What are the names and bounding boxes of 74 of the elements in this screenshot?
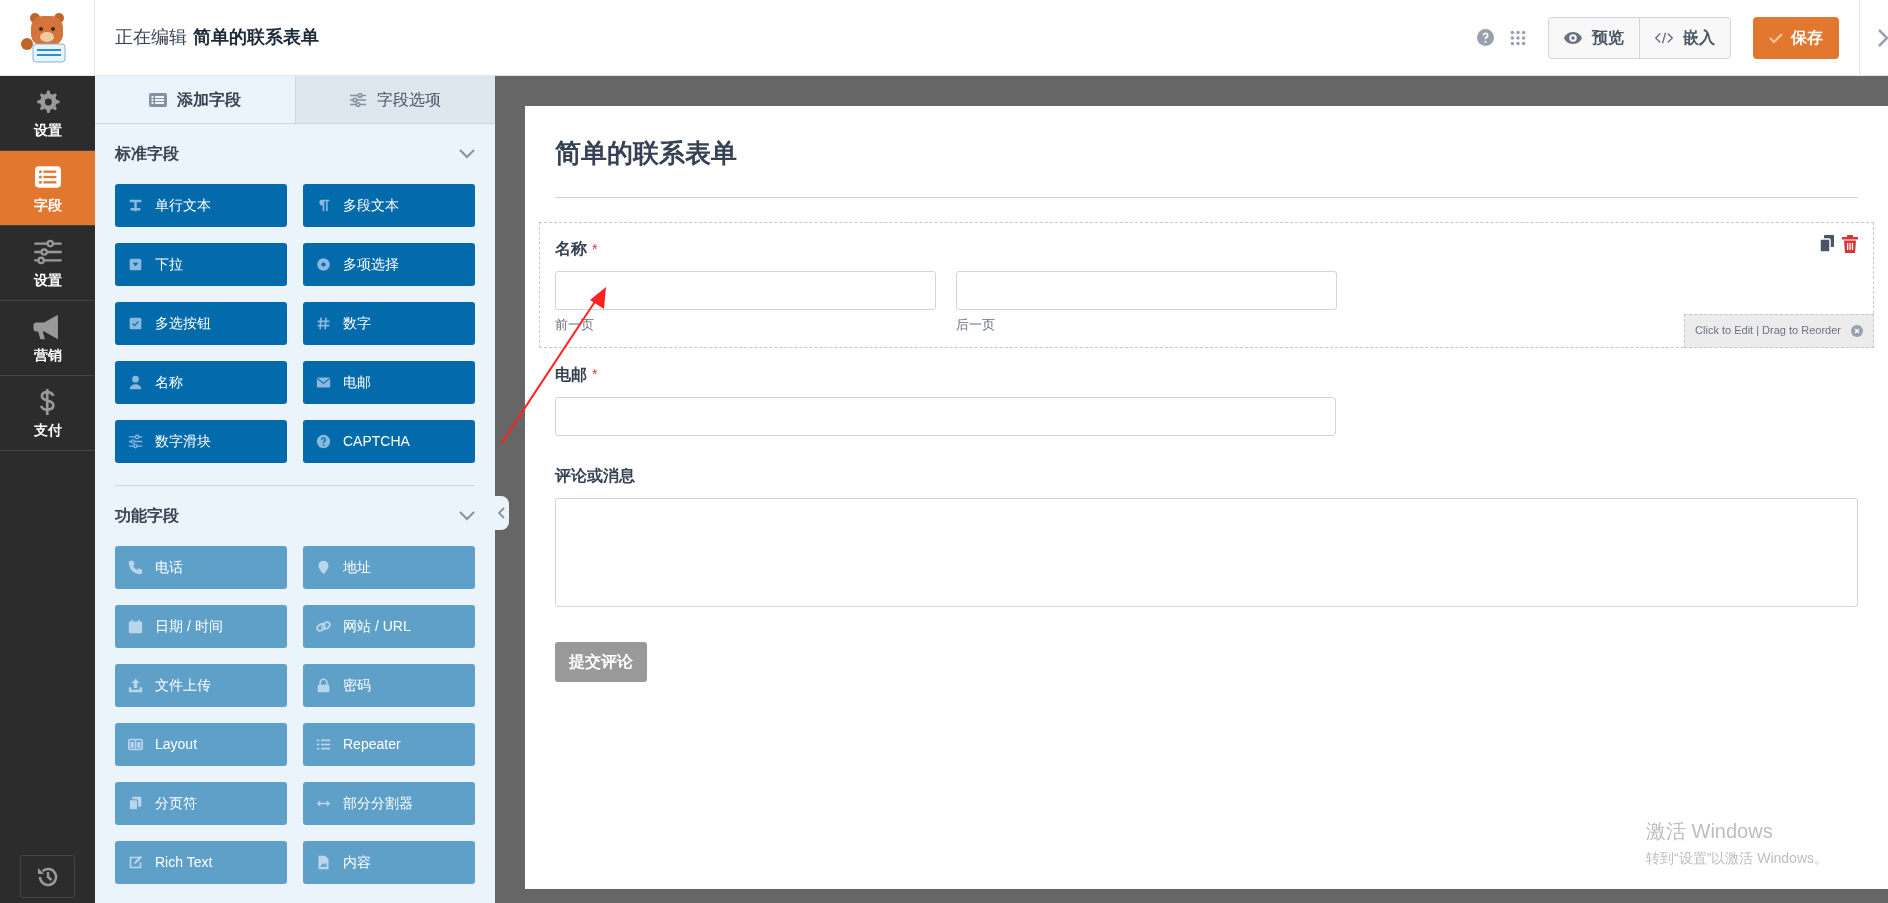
field-button[interactable]: 多项选择 [303, 243, 475, 286]
link-icon [316, 619, 331, 634]
form-name: 简单的联系表单 [193, 26, 319, 49]
nav-item[interactable]: 字段 [0, 151, 95, 226]
required-mark: * [592, 239, 598, 259]
textarea-field[interactable] [555, 497, 1858, 607]
copy-icon [128, 796, 143, 811]
map-pin-icon [316, 560, 331, 575]
form-field[interactable]: 评论或消息 [539, 448, 1874, 620]
envelope-icon [316, 375, 331, 390]
activation-title: 激活 Windows [1646, 819, 1774, 844]
list-icon [316, 737, 331, 752]
field-label: 评论或消息 [555, 465, 635, 486]
file-icon [316, 855, 331, 870]
sublabel: 后一页 [956, 316, 996, 334]
field-label: 名称 [555, 239, 587, 259]
field-button[interactable]: 名称 [115, 361, 287, 404]
section-title: 功能字段 [115, 506, 179, 526]
list-icon [148, 92, 167, 107]
paragraph-icon [316, 198, 331, 213]
sliders-icon [349, 92, 368, 107]
text-cursor-icon [128, 198, 143, 213]
form-field[interactable]: 名称 * 前一页 后一页 Click to Edit | Drag to Reorder [539, 222, 1874, 348]
field-button[interactable]: CAPTCHA [303, 420, 475, 463]
help-icon [316, 434, 331, 449]
input-field[interactable] [555, 396, 1336, 436]
edit-icon [128, 855, 143, 870]
person-icon [128, 375, 143, 390]
chevron-left-icon [497, 507, 505, 519]
required-mark: * [592, 365, 598, 384]
sliders-icon [128, 434, 143, 449]
calendar-icon [128, 619, 143, 634]
field-label: 电邮 [555, 364, 587, 385]
input-field[interactable] [555, 271, 936, 310]
help-icon[interactable] [1477, 29, 1494, 46]
embed-button[interactable]: 嵌入 [1639, 17, 1730, 58]
input-field[interactable] [956, 271, 1337, 310]
field-button[interactable]: 电邮 [303, 361, 475, 404]
field-button[interactable]: 多段文本 [303, 184, 475, 227]
editing-label: 正在编辑 [115, 26, 187, 49]
revisions-button[interactable] [20, 855, 75, 898]
hover-hint: Click to Edit | Drag to Reorder [1695, 323, 1841, 339]
dropdown-icon [128, 257, 143, 272]
field-button[interactable]: 数字 [303, 302, 475, 345]
form-title: 简单的联系表单 [555, 134, 1858, 198]
checkbox-icon [128, 316, 143, 331]
copy-icon[interactable] [1820, 235, 1834, 252]
chevron-down-icon[interactable] [459, 149, 475, 159]
phone-icon [128, 560, 143, 575]
field-button[interactable]: 下拉 [115, 243, 287, 286]
sublabel: 前一页 [555, 316, 595, 334]
upload-icon [128, 678, 143, 693]
chevron-down-icon[interactable] [459, 511, 475, 521]
collapse-panel-button[interactable] [493, 496, 509, 530]
columns-icon [128, 737, 143, 752]
radio-icon [316, 257, 331, 272]
apps-grid-icon[interactable] [1510, 29, 1526, 46]
section-title: 标准字段 [115, 144, 179, 164]
lock-icon [316, 678, 331, 693]
panel-tab[interactable]: 字段选项 [294, 76, 495, 123]
chevron-right-icon[interactable] [1878, 28, 1888, 47]
close-icon[interactable] [1851, 324, 1863, 337]
save-button[interactable]: 保存 [1753, 16, 1839, 59]
code-icon [1655, 31, 1673, 44]
form-field[interactable]: 电邮 * [539, 347, 1874, 449]
preview-button[interactable]: 预览 [1549, 17, 1639, 58]
field-button[interactable]: 单行文本 [115, 184, 287, 227]
trash-icon[interactable] [1842, 235, 1858, 253]
field-button[interactable]: 数字滑块 [115, 420, 287, 463]
hash-icon [316, 316, 331, 331]
activation-text: 转到“设置”以激活 Windows。 [1646, 849, 1828, 868]
check-icon [1769, 31, 1783, 44]
eye-icon [1564, 31, 1582, 44]
field-button[interactable]: 多选按钮 [115, 302, 287, 345]
